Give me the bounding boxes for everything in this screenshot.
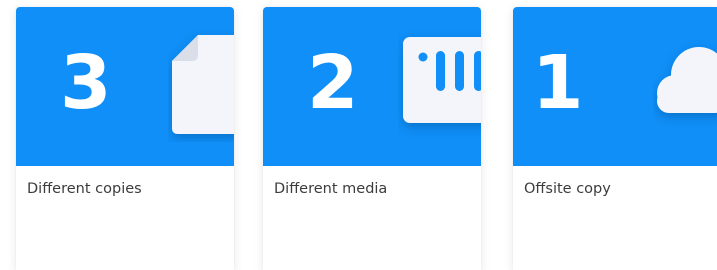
card-offsite-copy: 1 Offsite copy xyxy=(513,7,717,270)
card-label: Different copies xyxy=(27,181,142,197)
card-different-copies: 3 Different copies xyxy=(16,7,234,270)
card-hero: 2 xyxy=(263,7,481,166)
card-label: Offsite copy xyxy=(524,181,611,197)
card-number: 2 xyxy=(307,40,359,126)
card-label: Different media xyxy=(274,181,388,197)
document-icon xyxy=(172,35,234,134)
card-different-media: 2 Different media xyxy=(263,7,481,270)
card-hero: 3 xyxy=(16,7,234,166)
card-hero: 1 xyxy=(513,7,717,166)
cloud-icon xyxy=(657,47,717,113)
card-number: 1 xyxy=(532,40,584,126)
card-number: 3 xyxy=(60,40,112,126)
storage-device-icon xyxy=(403,37,481,123)
